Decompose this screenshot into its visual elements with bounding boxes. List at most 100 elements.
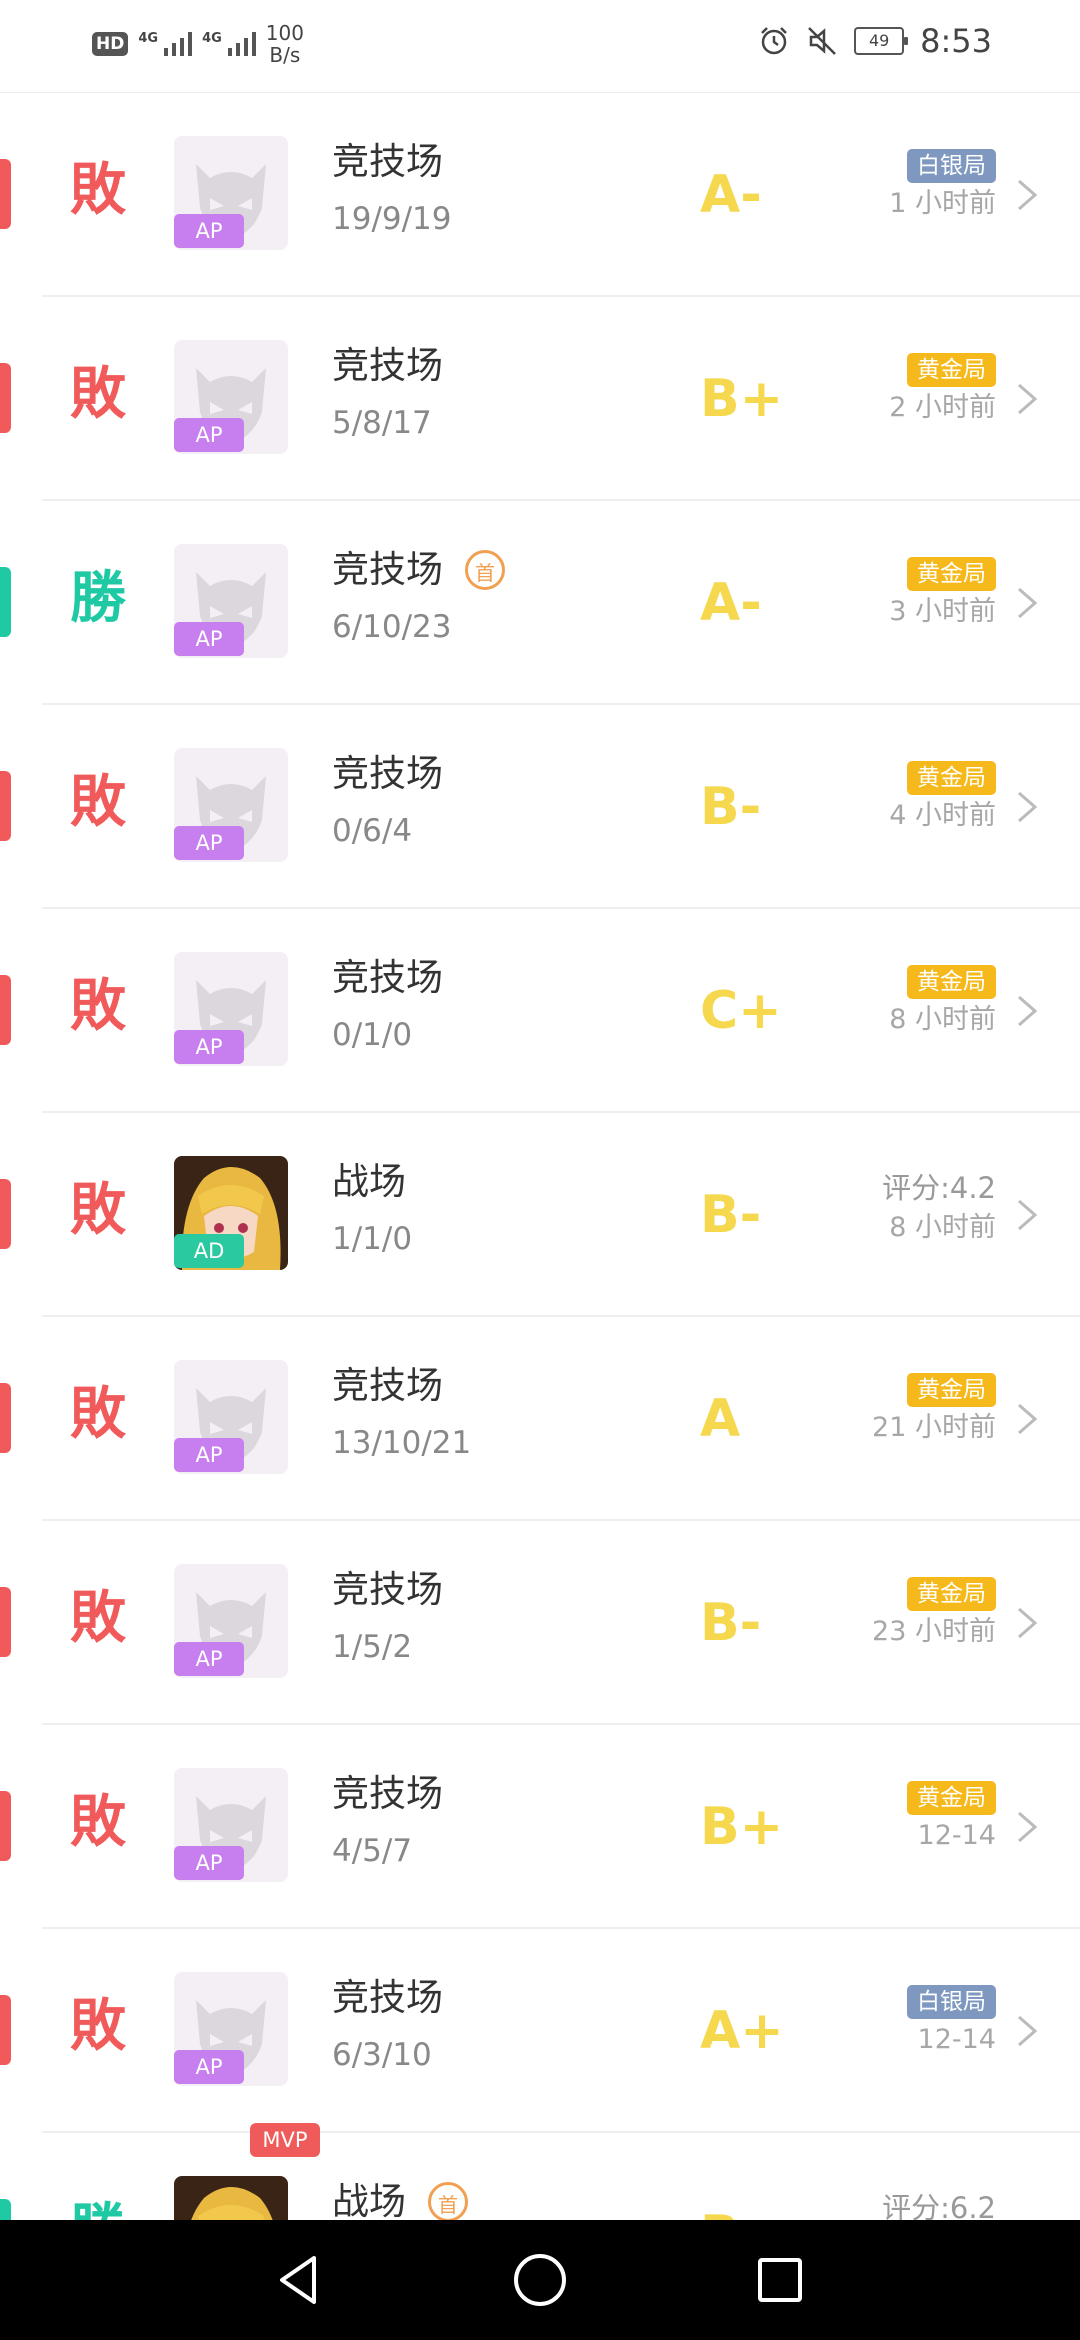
match-time: 8 小时前 — [889, 1212, 996, 1243]
back-icon[interactable] — [270, 2250, 330, 2310]
game-mode-label: 竞技场 — [332, 344, 443, 387]
signal-icon-2: 4G — [202, 32, 256, 56]
kda-stats: 5/8/17 — [332, 405, 432, 441]
match-row[interactable]: 敗 AP 竞技场 4/5/7 B+ 黄金局 12-14 — [0, 1725, 1080, 1929]
match-time: 3 小时前 — [889, 596, 996, 627]
hero-role-badge: AP — [174, 1642, 244, 1676]
battery-icon: 49 — [854, 27, 909, 55]
match-time: 23 小时前 — [872, 1616, 996, 1647]
match-time: 2 小时前 — [889, 392, 996, 423]
first-win-badge: 首 — [465, 550, 505, 590]
clock: 8:53 — [920, 22, 992, 60]
match-result: 敗 — [70, 1994, 126, 2059]
match-result: 敗 — [70, 1382, 126, 1447]
tier-badge: 黄金局 — [907, 1373, 996, 1407]
status-right: 49 8:53 — [758, 22, 992, 60]
game-mode: 竞技场 — [332, 1361, 443, 1411]
hero-role-badge: AP — [174, 2050, 244, 2084]
chevron-right-icon — [1018, 791, 1038, 823]
result-indicator-bar — [0, 1995, 11, 2065]
match-time: 4 小时前 — [889, 800, 996, 831]
result-indicator-bar — [0, 771, 11, 841]
kda-stats: 1/5/2 — [332, 1629, 413, 1665]
match-grade: C+ — [700, 981, 782, 1041]
chevron-right-icon — [1018, 995, 1038, 1027]
home-icon[interactable] — [510, 2250, 570, 2310]
recents-icon[interactable] — [750, 2250, 810, 2310]
match-row[interactable]: 敗 AP 竞技场 13/10/21 A 黄金局 21 小时前 — [0, 1317, 1080, 1521]
match-meta: 黄金局 8 小时前 — [889, 965, 996, 1039]
chevron-right-icon — [1018, 179, 1038, 211]
mvp-badge: MVP — [250, 2123, 320, 2157]
match-result: 勝 — [70, 566, 126, 631]
kda-stats: 6/3/10 — [332, 2037, 432, 2073]
kda-stats: 0/1/0 — [332, 1017, 413, 1053]
speed-value: 100 — [265, 21, 304, 45]
signal-icon-1: 4G — [138, 32, 193, 56]
tier-badge: 白银局 — [907, 149, 996, 183]
match-meta: 黄金局 3 小时前 — [889, 557, 996, 631]
match-grade: B- — [700, 1185, 762, 1245]
hero-role-badge: AP — [174, 418, 244, 452]
tier-badge: 黄金局 — [907, 1781, 996, 1815]
match-meta: 黄金局 12-14 — [907, 1781, 996, 1855]
hero-role-badge: AD — [174, 1234, 244, 1268]
game-mode: 竞技场 — [332, 341, 443, 391]
match-row[interactable]: 敗 AP 竞技场 0/6/4 B- 黄金局 4 小时前 — [0, 705, 1080, 909]
match-row[interactable]: 勝 AP 竞技场首 6/10/23 A- 黄金局 3 小时前 — [0, 501, 1080, 705]
match-meta: 黄金局 2 小时前 — [889, 353, 996, 427]
match-result: 敗 — [70, 974, 126, 1039]
network-type-2: 4G — [202, 31, 222, 46]
alarm-icon — [761, 27, 788, 55]
kda-stats: 0/6/4 — [332, 813, 413, 849]
match-grade: A — [700, 1389, 741, 1449]
result-indicator-bar — [0, 975, 11, 1045]
match-result: 敗 — [70, 770, 126, 835]
hero-role-badge: AP — [174, 1846, 244, 1880]
game-mode-label: 竞技场 — [332, 548, 443, 591]
match-grade: B- — [700, 1593, 762, 1653]
match-row[interactable]: 敗 AP 竞技场 5/8/17 B+ 黄金局 2 小时前 — [0, 297, 1080, 501]
match-grade: B+ — [700, 1797, 784, 1857]
hd-voice-icon: HD — [92, 32, 129, 56]
game-mode: 竞技场 — [332, 1769, 443, 1819]
match-grade: B- — [700, 777, 762, 837]
hero-role-badge: AP — [174, 214, 244, 248]
game-mode: 竞技场 — [332, 953, 443, 1003]
match-result: 敗 — [70, 1178, 126, 1243]
match-meta: 白银局 12-14 — [907, 1985, 996, 2059]
kda-stats: 1/1/0 — [332, 1221, 413, 1257]
match-grade: B+ — [700, 369, 784, 429]
kda-stats: 4/5/7 — [332, 1833, 413, 1869]
tier-badge: 黄金局 — [907, 557, 996, 591]
hero-role-badge: AP — [174, 826, 244, 860]
game-mode: 竞技场 — [332, 137, 443, 187]
chevron-right-icon — [1018, 1607, 1038, 1639]
game-mode: 竞技场 — [332, 1565, 443, 1615]
match-grade: A+ — [700, 2001, 784, 2061]
match-row[interactable]: 敗 AD 战场 1/1/0 B- 评分:4.2 8 小时前 — [0, 1113, 1080, 1317]
match-meta: 白银局 1 小时前 — [889, 149, 996, 223]
result-indicator-bar — [0, 363, 11, 433]
game-mode-label: 竞技场 — [332, 1772, 443, 1815]
game-mode: 战场 — [332, 1157, 406, 1207]
navigation-bar — [0, 2220, 1080, 2340]
match-row[interactable]: 敗 AP 竞技场 19/9/19 A- 白银局 1 小时前 — [0, 93, 1080, 297]
game-mode-label: 战场 — [332, 1160, 406, 1203]
chevron-right-icon — [1018, 383, 1038, 415]
match-meta: 黄金局 23 小时前 — [872, 1577, 996, 1651]
game-mode: 竞技场 — [332, 749, 443, 799]
game-mode: 竞技场 — [332, 1973, 443, 2023]
match-row[interactable]: 敗 AP 竞技场 0/1/0 C+ 黄金局 8 小时前 — [0, 909, 1080, 1113]
result-indicator-bar — [0, 1383, 11, 1453]
match-meta: 评分:4.2 8 小时前 — [882, 1169, 996, 1247]
match-time: 12-14 — [917, 2024, 996, 2055]
match-row[interactable]: 敗 AP 竞技场 6/3/10 A+ 白银局 12-14 — [0, 1929, 1080, 2133]
game-mode-label: 竞技场 — [332, 1976, 443, 2019]
first-win-badge: 首 — [428, 2182, 468, 2222]
match-row[interactable]: 敗 AP 竞技场 1/5/2 B- 黄金局 23 小时前 — [0, 1521, 1080, 1725]
match-time: 1 小时前 — [889, 188, 996, 219]
chevron-right-icon — [1018, 1811, 1038, 1843]
match-result: 敗 — [70, 362, 126, 427]
match-grade: A- — [700, 573, 762, 633]
